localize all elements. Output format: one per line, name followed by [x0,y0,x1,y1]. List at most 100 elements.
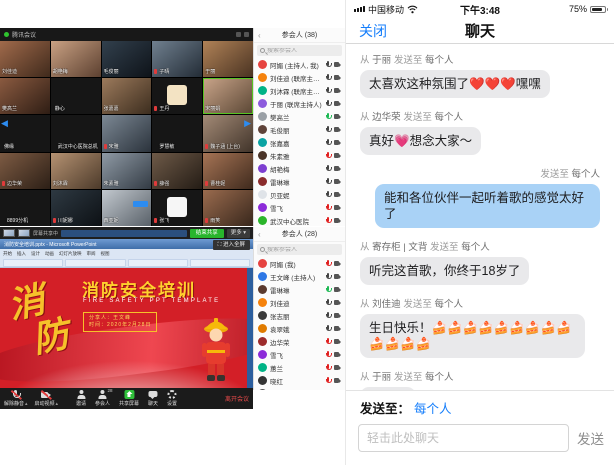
mic-icon[interactable] [325,338,331,346]
ribbon-tab[interactable]: 幻灯片放映 [59,251,82,257]
camera-icon[interactable] [334,140,341,145]
mic-icon[interactable] [325,152,331,160]
camera-icon[interactable] [334,365,341,370]
participant-row[interactable]: 蕙兰 [254,361,345,374]
video-tile[interactable]: 薛强 [152,153,202,189]
window-thumbnail[interactable] [3,229,15,237]
participant-row[interactable]: 刘佳迪 [254,296,345,309]
participant-search-input[interactable] [267,48,339,54]
video-tile[interactable]: 刘佳迪 [0,41,50,77]
video-tile[interactable]: 于丽 [203,41,253,77]
camera-icon[interactable] [334,62,341,67]
camera-icon[interactable] [334,313,341,318]
start-video-button[interactable]: 启动视频▴ [35,390,59,407]
ribbon-tab[interactable]: 设计 [31,251,40,257]
enter-fullscreen-button[interactable]: ⛶ 进入全屏 [213,240,250,250]
camera-icon[interactable] [334,75,341,80]
video-tile[interactable]: 罗慧敏 [152,115,202,151]
video-tile[interactable]: 朱素雅 [102,153,152,189]
camera-icon[interactable] [334,300,341,305]
participant-row[interactable]: 武汉中心医院 [254,214,345,226]
mic-icon[interactable] [325,364,331,372]
camera-icon[interactable] [334,114,341,119]
video-tile[interactable]: 宋丽娟 [203,78,253,114]
participant-row[interactable]: 雷琳琳 [254,175,345,188]
mic-icon[interactable] [325,87,331,95]
close-button[interactable]: 关闭 [359,21,387,41]
mic-icon[interactable] [325,191,331,199]
invite-button[interactable]: 邀请 [76,390,86,407]
ribbon-tab[interactable]: 审阅 [87,251,96,257]
mic-icon[interactable] [325,217,331,225]
share-screen-button[interactable]: 共享屏幕 [119,390,139,407]
camera-icon[interactable] [334,192,341,197]
participant-row[interactable]: 雪飞 [254,348,345,361]
video-tile[interactable]: 宋雅 [102,115,152,151]
video-tile[interactable]: 刘沐霖 [51,153,101,189]
mic-icon[interactable] [325,74,331,82]
video-tile[interactable]: 武汉中心医院总机 [51,115,101,151]
video-tile[interactable]: 张飞 [152,190,202,226]
participant-row[interactable]: 樊高兰 [254,110,345,123]
camera-icon[interactable] [334,166,341,171]
video-tile[interactable]: 王丹 [152,78,202,114]
mic-icon[interactable] [325,204,331,212]
previous-page-arrow[interactable]: ◀ [1,119,8,128]
participant-search-box[interactable] [257,244,342,255]
mic-icon[interactable] [325,273,331,281]
unmute-button[interactable]: 解除静音▴ [4,390,28,407]
fullscreen-icon[interactable] [244,32,249,37]
camera-icon[interactable] [334,101,341,106]
participant-row[interactable]: 阿媚 (主持人, 我) [254,58,345,71]
camera-icon[interactable] [334,88,341,93]
camera-icon[interactable] [334,287,341,292]
video-tile[interactable]: 曹桂妮 [203,153,253,189]
participant-row[interactable]: 朱素雅 [254,149,345,162]
participant-row[interactable]: 贝亚妮 [254,188,345,201]
video-tile[interactable]: 毛俊丽 [102,41,152,77]
ribbon-tab[interactable]: 开始 [3,251,12,257]
leave-meeting-button[interactable]: 离开会议 [225,394,249,403]
mic-icon[interactable] [325,126,331,134]
camera-icon[interactable] [334,378,341,383]
camera-icon[interactable] [334,205,341,210]
camera-icon[interactable] [334,218,341,223]
participant-search-box[interactable] [257,45,342,56]
video-tile[interactable]: 樊高兰 [0,78,50,114]
mic-icon[interactable] [325,299,331,307]
message-list[interactable]: 从 于丽 发送至 每个人 太喜欢这种氛围了❤️❤️❤️嘿嘿 从 边华荣 发送至 … [346,44,614,390]
participant-row[interactable]: 王文峰 (主持人) [254,270,345,283]
participant-search-input[interactable] [267,247,339,253]
participant-row[interactable]: 刘沐霖 (联席主持人) [254,84,345,97]
video-tile[interactable]: 西亚妮 [102,190,152,226]
participant-row[interactable]: 于丽 (联席主持人) [254,97,345,110]
mic-icon[interactable] [325,351,331,359]
ribbon-tab[interactable]: 视图 [101,251,110,257]
layout-icon[interactable] [236,32,241,37]
participant-row[interactable]: 张嘉嘉 [254,136,345,149]
video-tile[interactable]: 8899分机 [0,190,50,226]
chat-button[interactable]: 聊天 [148,390,158,407]
camera-icon[interactable] [334,352,341,357]
audience-selector[interactable]: 每个人 [414,402,452,416]
video-tile[interactable]: 边华荣 [0,153,50,189]
settings-button[interactable]: 设置 [167,390,177,407]
collapse-panel-icon[interactable]: ‹ [258,230,261,239]
stop-share-button[interactable]: 结束共享 [190,229,224,238]
camera-icon[interactable] [334,261,341,266]
mic-icon[interactable] [325,260,331,268]
mic-icon[interactable] [325,178,331,186]
mic-icon[interactable] [325,61,331,69]
next-page-arrow[interactable]: ▶ [244,119,251,128]
mic-icon[interactable] [325,139,331,147]
collapse-panel-icon[interactable]: ‹ [258,31,261,40]
mic-icon[interactable] [325,100,331,108]
camera-icon[interactable] [334,274,341,279]
participant-row[interactable]: 袁翠娥 [254,322,345,335]
video-tile[interactable]: 川妮娜 [51,190,101,226]
ribbon-tab[interactable]: 插入 [17,251,26,257]
window-thumbnail[interactable] [18,229,30,237]
camera-icon[interactable] [334,127,341,132]
video-tile[interactable]: 胡艳梅 [51,41,101,77]
participant-row[interactable]: 张志丽 [254,309,345,322]
